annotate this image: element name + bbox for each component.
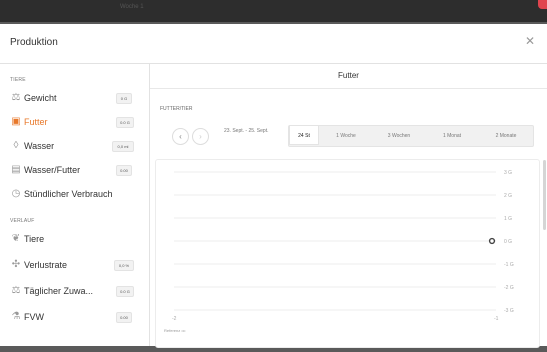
app-title-bar: Woche 1 xyxy=(0,0,547,22)
sidebar-item-badge: 0,0 ml xyxy=(112,141,134,152)
sidebar-item-label: FVW xyxy=(24,312,44,322)
loss-rate-icon: ✣ xyxy=(11,259,21,270)
sidebar-item-label: Täglicher Zuwa... xyxy=(24,286,94,296)
metric-subtitle: FUTTER/TIER xyxy=(160,106,193,112)
tab-3-weeks[interactable]: 3 Wochen xyxy=(373,126,425,146)
chart-panel: 3 G 2 G 1 G 0 G -1 G -2 G -3 G -2 -1 Referenz ••… xyxy=(155,159,540,348)
production-dialog: Produktion ✕ TIERE ⚖ Gewicht 0 G ▣ Futte… xyxy=(0,24,547,348)
chevron-right-icon[interactable]: › xyxy=(192,128,209,145)
y-tick-label: 0 G xyxy=(504,239,512,245)
sidebar: TIERE ⚖ Gewicht 0 G ▣ Futter 0.0 G ◊ Was… xyxy=(0,64,150,346)
sidebar-item-label: Wasser xyxy=(24,141,55,151)
close-icon[interactable]: ✕ xyxy=(525,34,535,48)
sidebar-item-futter[interactable]: ▣ Futter 0.0 G xyxy=(0,111,149,133)
sidebar-item-label: Wasser/Futter xyxy=(24,165,81,175)
tab-1-week[interactable]: 1 Woche xyxy=(321,126,371,146)
sidebar-item-label: Tiere xyxy=(24,234,45,244)
scrollbar[interactable] xyxy=(543,160,546,230)
sidebar-item-verlustrate[interactable]: ✣ Verlustrate 0,0 % xyxy=(0,254,149,276)
page-title: Futter xyxy=(150,64,547,89)
section-label-verlauf: VERLAUF xyxy=(10,218,35,224)
sidebar-item-label: Futter xyxy=(24,117,48,127)
sidebar-item-badge: 0.00 xyxy=(116,312,132,323)
y-tick-label: 3 G xyxy=(504,170,512,176)
sidebar-item-stuendlicher-verbrauch[interactable]: ◷ Stündlicher Verbrauch xyxy=(0,183,149,205)
sidebar-item-wasser-futter[interactable]: ▤ Wasser/Futter 0.00 xyxy=(0,159,149,181)
y-tick-label: -2 G xyxy=(504,285,514,291)
sidebar-item-badge: 0.0 G xyxy=(116,117,134,128)
sidebar-item-taeglicher-zuwachs[interactable]: ⚖ Täglicher Zuwa... 0.0 G xyxy=(0,280,149,302)
sidebar-item-fvw[interactable]: ⚗ FVW 0.00 xyxy=(0,306,149,328)
main-panel: Futter FUTTER/TIER ‹ › 23. Sept. - 25. S… xyxy=(150,64,547,348)
water-drop-icon: ◊ xyxy=(13,140,19,151)
sidebar-item-label: Gewicht xyxy=(24,93,57,103)
sidebar-item-gewicht[interactable]: ⚖ Gewicht 0 G xyxy=(0,87,149,109)
sidebar-item-badge: 0.0 G xyxy=(116,286,134,297)
dialog-header: Produktion ✕ xyxy=(0,24,547,64)
sidebar-item-badge: 0,0 % xyxy=(114,260,134,271)
clock-icon: ◷ xyxy=(11,188,21,199)
y-tick-label: 2 G xyxy=(504,193,512,199)
chevron-left-icon[interactable]: ‹ xyxy=(172,128,189,145)
app-title: Woche 1 xyxy=(120,4,144,10)
tab-2-months[interactable]: 2 Monate xyxy=(479,126,533,146)
sidebar-item-badge: 0 G xyxy=(116,93,132,104)
daily-gain-icon: ⚖ xyxy=(11,285,21,296)
x-tick-label: -1 xyxy=(494,316,499,322)
range-tabs: 24 St 1 Woche 3 Wochen 1 Monat 2 Monate xyxy=(288,125,534,147)
window-close-button[interactable] xyxy=(538,0,547,9)
sidebar-item-label: Verlustrate xyxy=(24,260,68,270)
y-tick-label: 1 G xyxy=(504,216,512,222)
chart-footnote: Referenz ••• xyxy=(164,328,186,333)
y-tick-label: -1 G xyxy=(504,262,514,268)
line-chart: 3 G 2 G 1 G 0 G -1 G -2 G -3 G -2 -1 xyxy=(172,170,514,322)
fcr-icon: ⚗ xyxy=(11,311,21,322)
tab-1-month[interactable]: 1 Monat xyxy=(427,126,477,146)
y-tick-label: -3 G xyxy=(504,308,514,314)
animals-icon: ❦ xyxy=(11,233,21,244)
sidebar-item-tiere[interactable]: ❦ Tiere xyxy=(0,228,149,250)
date-range-label: 23. Sept. - 25. Sept. xyxy=(224,128,269,134)
sidebar-item-badge: 0.00 xyxy=(116,165,132,176)
feed-icon: ▣ xyxy=(11,116,21,127)
dialog-title: Produktion xyxy=(10,37,58,48)
sidebar-item-wasser[interactable]: ◊ Wasser 0,0 ml xyxy=(0,135,149,157)
scale-icon: ⚖ xyxy=(11,92,21,103)
x-tick-label: -2 xyxy=(172,316,177,322)
section-label-tiere: TIERE xyxy=(10,77,26,83)
data-point[interactable] xyxy=(488,237,496,245)
ratio-icon: ▤ xyxy=(11,164,21,175)
tab-24h[interactable]: 24 St xyxy=(289,125,319,145)
sidebar-item-label: Stündlicher Verbrauch xyxy=(24,189,113,199)
